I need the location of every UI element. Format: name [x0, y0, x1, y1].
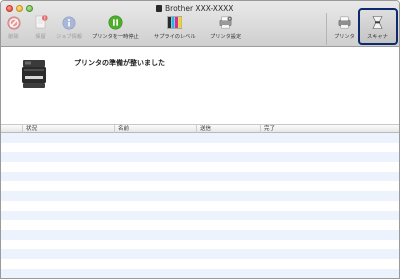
delete-icon [6, 15, 21, 30]
table-row [1, 191, 399, 201]
table-row [1, 200, 399, 211]
window-title-bar: Brother XXX-XXXX [156, 3, 233, 13]
job-info-button[interactable]: ジョブ情報 [56, 15, 82, 40]
printer-small-icon [156, 4, 162, 12]
supply-levels-label: サプライのレベル [154, 34, 196, 40]
table-row [1, 268, 399, 278]
table-row [1, 162, 399, 172]
printer-status-area: プリンタの準備が整いました [1, 48, 399, 124]
print-queue-window: Brother XXX-XXXX 削除 保留 ジョブ情報 プリンタを一時停止 サ… [0, 0, 400, 279]
scanner-tab-label: スキャナ [367, 34, 388, 40]
hold-button[interactable]: 保留 [33, 15, 48, 40]
printer-tab-label: プリンタ [334, 34, 355, 40]
table-row [1, 239, 399, 250]
table-row [1, 220, 399, 230]
scanner-icon [370, 15, 385, 30]
column-completed[interactable]: 完了 [260, 125, 399, 133]
scanner-tab[interactable]: スキャナ [358, 8, 398, 45]
table-row [1, 133, 399, 143]
printer-icon [337, 15, 352, 30]
column-sent[interactable]: 送信 [196, 125, 211, 133]
printer-settings-icon [218, 15, 233, 30]
table-row [1, 229, 399, 240]
window-title: Brother XXX-XXXX [165, 3, 234, 13]
pause-printer-label: プリンタを一時停止 [92, 34, 139, 40]
printer-settings-button[interactable]: プリンタ設定 [210, 15, 241, 40]
printer-tab[interactable]: プリンタ [334, 15, 355, 40]
table-row [1, 142, 399, 153]
delete-button[interactable]: 削除 [6, 15, 21, 40]
table-row [1, 171, 399, 182]
delete-label: 削除 [8, 34, 19, 40]
minimize-window-button[interactable] [16, 5, 23, 12]
table-row [1, 210, 399, 221]
job-list [1, 133, 399, 278]
pause-printer-button[interactable]: プリンタを一時停止 [92, 15, 139, 40]
job-info-icon [61, 15, 76, 30]
hold-label: 保留 [35, 34, 46, 40]
job-info-label: ジョブ情報 [56, 34, 82, 40]
scanner-tab-content: スキャナ [367, 15, 388, 40]
printer-status-text: プリンタの準備が整いました [74, 59, 165, 67]
supply-levels-button[interactable]: サプライのレベル [154, 15, 196, 40]
toolbar: Brother XXX-XXXX 削除 保留 ジョブ情報 プリンタを一時停止 サ… [1, 1, 399, 47]
printer-settings-label: プリンタ設定 [210, 34, 242, 40]
table-row [1, 181, 399, 192]
toolbar-separator [326, 13, 327, 45]
table-row [1, 258, 399, 269]
pause-icon [108, 15, 123, 30]
close-window-button[interactable] [6, 5, 13, 12]
table-row [1, 152, 399, 163]
column-status[interactable]: 状況 [22, 125, 37, 133]
table-row [1, 249, 399, 259]
printer-device-icon [21, 58, 47, 92]
zoom-window-button[interactable] [26, 5, 33, 12]
column-name[interactable]: 名前 [114, 125, 129, 133]
hold-icon [33, 15, 48, 30]
job-table-header: 状況 名前 送信 完了 [1, 124, 399, 133]
supply-levels-icon [167, 15, 183, 30]
